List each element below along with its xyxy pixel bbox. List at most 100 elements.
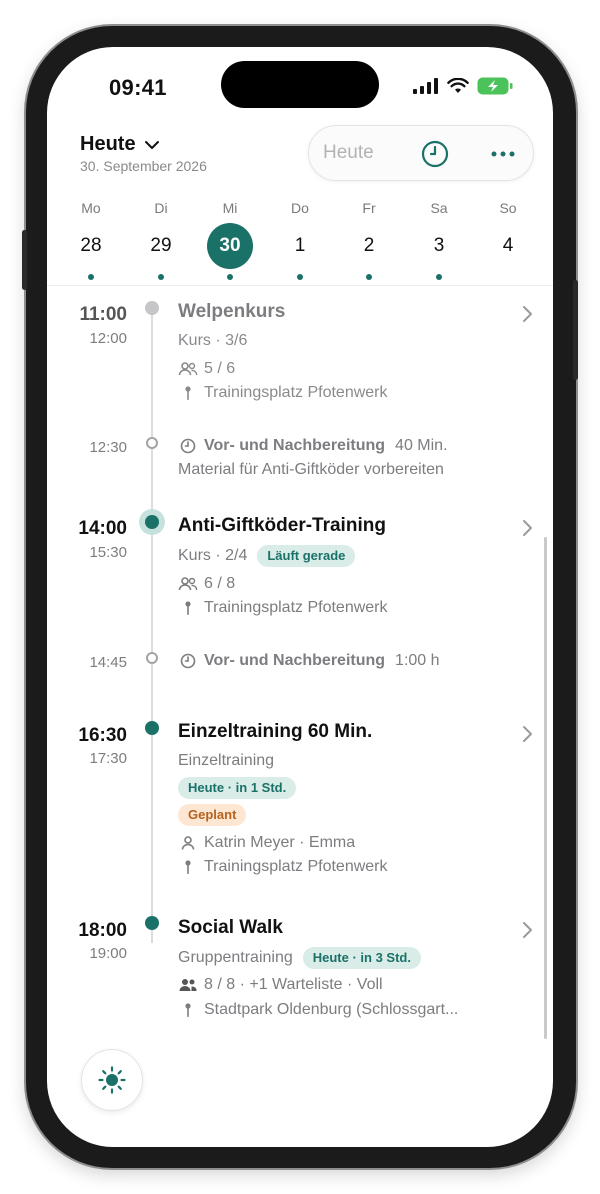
event-subtitle: Gruppentraining Heute · in 3 Std. <box>178 947 421 969</box>
day-name: Di <box>154 200 168 216</box>
day-do[interactable]: Do 1 <box>275 199 325 280</box>
event-location: Stadtpark Oldenburg (Schlossgart... <box>178 1000 458 1020</box>
clock-icon <box>421 140 449 168</box>
day-mi[interactable]: Mi 30 <box>205 199 255 280</box>
page-title: Heute <box>80 133 136 155</box>
sun-icon <box>98 1066 126 1094</box>
event-subtitle: Einzeltraining <box>178 752 275 769</box>
clock-button[interactable] <box>419 138 451 170</box>
event-participants: 8 / 8 · +1 Warteliste · Voll <box>178 975 383 995</box>
day-mo[interactable]: Mo 28 <box>66 199 116 280</box>
day-event-dot <box>88 274 94 280</box>
chevron-right-icon <box>523 726 532 742</box>
day-number: 1 <box>294 235 306 256</box>
day-so[interactable]: So 4 <box>483 199 533 269</box>
day-name: Do <box>291 200 309 216</box>
event-title: Einzeltraining 60 Min. <box>178 721 373 742</box>
status-badge: Geplant <box>178 804 247 826</box>
day-event-dot <box>158 274 164 280</box>
chevron-right-icon <box>523 306 532 322</box>
app-screen: 09:41 Heute 30. September 2026 Heute Mo … <box>47 47 553 1147</box>
day-number: 4 <box>502 235 514 256</box>
day-name: So <box>499 200 517 216</box>
day-number: 29 <box>150 235 172 256</box>
prep-note: Material für Anti-Giftköder vorbereiten <box>178 461 444 478</box>
battery-charging-icon <box>477 77 513 95</box>
day-name: Fr <box>362 200 376 216</box>
timeline-node-current <box>139 509 165 535</box>
dynamic-island <box>221 61 379 108</box>
day-name: Mi <box>222 200 238 216</box>
chevron-right-icon <box>523 922 532 938</box>
people-icon <box>178 359 198 379</box>
prep-time: 12:30 <box>89 439 127 456</box>
person-icon <box>178 833 198 853</box>
timeline-node <box>145 916 159 930</box>
event-title: Social Walk <box>178 917 283 938</box>
day-event-dot <box>436 274 442 280</box>
prep-header: Vor- und Nachbereitung 40 Min. <box>178 436 448 456</box>
event-end-time: 12:00 <box>89 330 127 347</box>
divider <box>47 285 553 286</box>
event-start-time: 11:00 <box>79 304 127 325</box>
day-fr[interactable]: Fr 2 <box>344 199 394 280</box>
people-icon <box>178 975 198 995</box>
event-subtitle: Kurs · 3/6 <box>178 332 248 349</box>
event-participants: 6 / 8 <box>178 574 235 594</box>
clock-icon <box>178 651 198 671</box>
prep-time: 14:45 <box>89 654 127 671</box>
event-end-time: 17:30 <box>89 750 127 767</box>
day-name: Mo <box>81 200 101 216</box>
people-icon <box>178 574 198 594</box>
clock-icon <box>178 436 198 456</box>
event-start-time: 18:00 <box>78 920 127 941</box>
status-time: 09:41 <box>109 75 167 100</box>
event-participants: 5 / 6 <box>178 359 235 379</box>
event-location: Trainingsplatz Pfotenwerk <box>178 598 388 618</box>
event-end-time: 19:00 <box>89 945 127 962</box>
cellular-signal-icon <box>413 78 438 94</box>
day-event-dot <box>227 274 233 280</box>
date-selector[interactable]: Heute <box>80 133 160 156</box>
day-number: 3 <box>433 235 445 256</box>
day-number: 28 <box>80 235 102 256</box>
wifi-icon <box>447 78 469 93</box>
status-badge: Läuft gerade <box>257 545 356 567</box>
timeline-node <box>145 721 159 735</box>
time-badge: Heute · in 1 Std. <box>178 777 297 799</box>
event-subtitle: Kurs · 2/4 Läuft gerade <box>178 545 356 567</box>
event-client: Katrin Meyer · Emma <box>178 833 355 853</box>
timeline-node <box>145 301 159 315</box>
side-button-left <box>22 230 27 290</box>
scrollbar[interactable] <box>544 537 547 1039</box>
timeline-line <box>151 309 153 943</box>
event-title: Welpenkurs <box>178 301 286 322</box>
day-number: 30 <box>219 235 241 256</box>
day-number: 2 <box>363 235 375 256</box>
theme-toggle-button[interactable] <box>81 1049 143 1111</box>
chevron-right-icon <box>523 520 532 536</box>
event-end-time: 15:30 <box>89 544 127 561</box>
location-pin-icon <box>178 598 198 618</box>
location-pin-icon <box>178 1000 198 1020</box>
timeline-node <box>146 437 158 449</box>
event-location: Trainingsplatz Pfotenwerk <box>178 857 388 877</box>
header-date: 30. September 2026 <box>80 158 207 174</box>
side-button-right <box>573 280 578 380</box>
time-badge: Heute · in 3 Std. <box>302 947 421 969</box>
day-name: Sa <box>430 200 448 216</box>
more-button[interactable] <box>487 138 519 170</box>
location-pin-icon <box>178 383 198 403</box>
day-event-dot <box>366 274 372 280</box>
event-title: Anti-Giftköder-Training <box>178 515 386 536</box>
event-location: Trainingsplatz Pfotenwerk <box>178 383 388 403</box>
day-event-dot <box>297 274 303 280</box>
event-start-time: 14:00 <box>78 518 127 539</box>
day-sa[interactable]: Sa 3 <box>414 199 464 280</box>
chevron-down-icon <box>144 140 159 149</box>
day-di[interactable]: Di 29 <box>136 199 186 280</box>
more-dots-icon <box>491 151 515 157</box>
location-pin-icon <box>178 857 198 877</box>
header-action-pill: Heute <box>308 125 534 181</box>
today-button[interactable]: Heute <box>323 142 374 164</box>
